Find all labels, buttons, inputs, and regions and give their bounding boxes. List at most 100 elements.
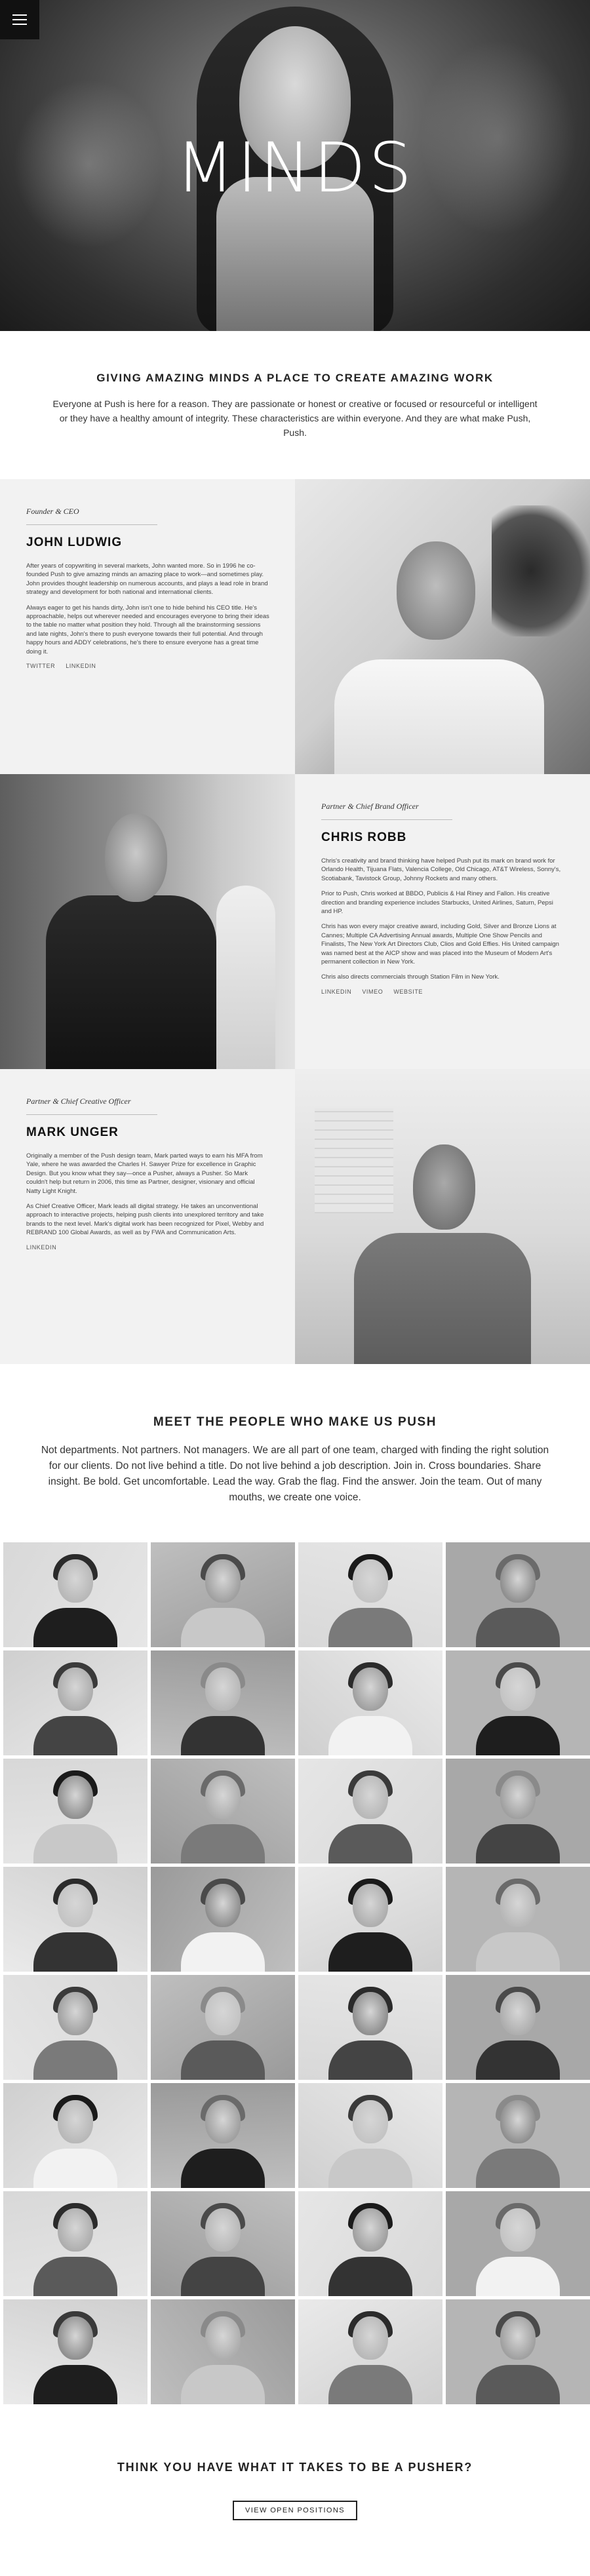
team-member-photo[interactable] [446,2083,590,2188]
bio-photo-chris-robb [0,774,295,1069]
photo-face [205,1992,241,2035]
team-member-photo[interactable] [151,2083,295,2188]
team-member-photo[interactable] [3,2083,148,2188]
bio-links: LINKEDIN VIMEO WEBSITE [321,988,565,995]
photo-face [353,1668,388,1711]
team-member-photo[interactable] [298,1975,442,2080]
photo-face [500,2208,536,2252]
photo-face [205,2316,241,2360]
photo-face [58,1668,93,1711]
team-member-photo[interactable] [3,1759,148,1864]
photo-face [353,1559,388,1603]
team-member-photo[interactable] [3,2299,148,2404]
team-member-photo[interactable] [446,2299,590,2404]
photo-face [205,1776,241,1819]
photo-face [500,1776,536,1819]
bio-name: JOHN LUDWIG [26,536,123,549]
divider [26,1114,157,1115]
hero-title: MINDS [175,128,415,208]
intro-heading: GIVING AMAZING MINDS A PLACE TO CREATE A… [96,372,494,384]
team-member-photo[interactable] [298,2299,442,2404]
team-member-photo[interactable] [151,1759,295,1864]
team-member-photo[interactable] [446,2191,590,2296]
menu-button[interactable] [0,0,39,39]
photo-face [500,1668,536,1711]
team-heading: MEET THE PEOPLE WHO MAKE US PUSH [153,1415,437,1429]
photo-face [205,1668,241,1711]
photo-face [58,2208,93,2252]
team-member-photo[interactable] [151,2299,295,2404]
view-open-positions-button[interactable]: VIEW OPEN POSITIONS [233,2501,357,2520]
photo-face [58,1884,93,1927]
team-member-photo[interactable] [298,2191,442,2296]
team-member-photo[interactable] [446,1650,590,1755]
bio-name: MARK UNGER [26,1125,119,1139]
bio-name: CHRIS ROBB [321,830,407,844]
team-member-photo[interactable] [3,2191,148,2296]
linkedin-link[interactable]: LINKEDIN [26,1244,56,1251]
team-member-photo[interactable] [151,2191,295,2296]
cta-heading: THINK YOU HAVE WHAT IT TAKES TO BE A PUS… [117,2461,473,2474]
photo-face [205,2100,241,2143]
team-member-photo[interactable] [298,1867,442,1972]
team-member-photo[interactable] [298,1650,442,1755]
photo-face [500,2316,536,2360]
team-member-photo[interactable] [3,1975,148,2080]
photo-face [58,2100,93,2143]
photo-face [353,2100,388,2143]
team-body: Not departments. Not partners. Not manag… [41,1445,549,1503]
vimeo-link[interactable]: VIMEO [362,988,383,995]
bio-text-panel: Partner & Chief Brand Officer CHRIS ROBB… [295,774,590,1069]
bio-paragraph: Originally a member of the Push design t… [26,1152,263,1195]
team-member-photo[interactable] [3,1542,148,1647]
team-member-photo[interactable] [298,1759,442,1864]
bio-text-panel: Founder & CEO JOHN LUDWIG After years of… [0,479,295,774]
photo-face [58,1992,93,2035]
bio-chris-robb: Partner & Chief Brand Officer CHRIS ROBB… [0,774,590,1069]
bio-paragraph: Prior to Push, Chris worked at BBDO, Pub… [321,890,553,916]
linkedin-link[interactable]: LINKEDIN [66,663,96,669]
divider [321,819,452,820]
team-member-photo[interactable] [446,1867,590,1972]
team-section-header: MEET THE PEOPLE WHO MAKE US PUSH Not dep… [0,1364,590,1542]
website-link[interactable]: WEBSITE [393,988,423,995]
divider [26,524,157,525]
bio-paragraph: Chris's creativity and brand thinking ha… [321,857,561,882]
photo-face [353,1884,388,1927]
team-photo-grid [0,1542,590,2404]
bio-mark-unger: Partner & Chief Creative Officer MARK UN… [0,1069,590,1364]
photo-face [500,1992,536,2035]
team-member-photo[interactable] [298,2083,442,2188]
bio-role: Founder & CEO [26,507,79,516]
team-member-photo[interactable] [151,1542,295,1647]
photo-face [205,2208,241,2252]
photo-face [353,1776,388,1819]
team-member-photo[interactable] [446,1975,590,2080]
bio-paragraph: Always eager to get his hands dirty, Joh… [26,604,269,655]
hamburger-line [12,24,27,25]
bio-photo-mark-unger [295,1069,590,1364]
photo-face [58,2316,93,2360]
bio-role: Partner & Chief Creative Officer [26,1097,131,1106]
bio-paragraph: As Chief Creative Officer, Mark leads al… [26,1203,264,1237]
bio-links: TWITTER LINKEDIN [26,663,270,669]
twitter-link[interactable]: TWITTER [26,663,55,669]
linkedin-link[interactable]: LINKEDIN [321,988,351,995]
bio-john-ludwig: Founder & CEO JOHN LUDWIG After years of… [0,479,590,774]
team-member-photo[interactable] [3,1650,148,1755]
bio-paragraph: Chris also directs commercials through S… [321,973,500,981]
photo-face [205,1884,241,1927]
team-member-photo[interactable] [151,1650,295,1755]
team-member-photo[interactable] [298,1542,442,1647]
photo-face [58,1559,93,1603]
photo-face [58,1776,93,1819]
team-member-photo[interactable] [446,1542,590,1647]
photo-face [205,1559,241,1603]
photo-face [500,2100,536,2143]
team-member-photo[interactable] [446,1759,590,1864]
photo-face [500,1559,536,1603]
team-member-photo[interactable] [151,1867,295,1972]
hero-banner: MINDS [0,0,590,331]
team-member-photo[interactable] [3,1867,148,1972]
team-member-photo[interactable] [151,1975,295,2080]
